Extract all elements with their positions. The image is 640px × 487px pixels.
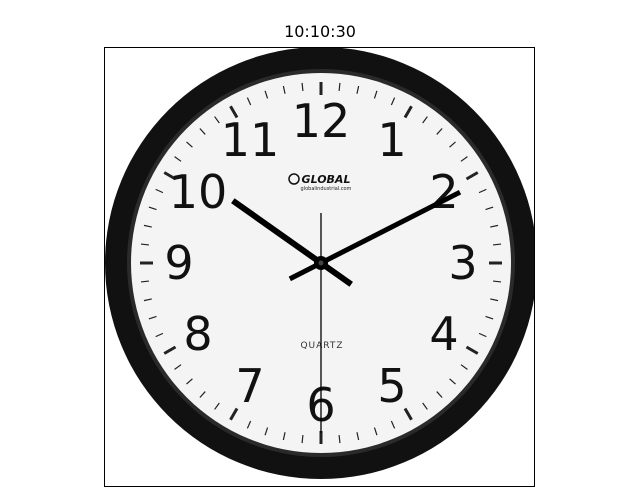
numeral-11: 11 xyxy=(221,113,280,167)
minute-tick xyxy=(301,434,304,444)
numeral-10: 10 xyxy=(169,165,228,219)
numeral-4: 4 xyxy=(429,307,458,361)
quartz-label: QUARTZ xyxy=(300,341,343,351)
numeral-9: 9 xyxy=(164,236,193,290)
minute-tick xyxy=(492,243,502,246)
numeral-7: 7 xyxy=(235,359,264,413)
numeral-3: 3 xyxy=(448,236,477,290)
numeral-2: 2 xyxy=(429,165,458,219)
numeral-1: 1 xyxy=(377,113,406,167)
figure-title: 10:10:30 xyxy=(284,22,356,41)
center-pin xyxy=(318,260,324,266)
minute-tick xyxy=(140,280,150,283)
minute-tick xyxy=(140,243,150,246)
numeral-12: 12 xyxy=(292,94,351,148)
brand-name: GLOBAL xyxy=(302,173,351,186)
minute-tick xyxy=(338,434,341,444)
wall-clock: 12 1234567891011 GLOBAL globalindustrial.… xyxy=(105,48,534,479)
numeral-8: 8 xyxy=(183,307,212,361)
image-frame: 12 1 2 3 4 5 6 7 8 9 10 11 GLOBAL globalindustrial.… xyxy=(104,47,535,487)
numeral-5: 5 xyxy=(377,359,406,413)
minute-tick xyxy=(338,82,341,92)
minute-tick xyxy=(492,280,502,283)
minute-tick xyxy=(301,82,304,92)
brand-url: globalindustrial.com xyxy=(301,186,352,192)
